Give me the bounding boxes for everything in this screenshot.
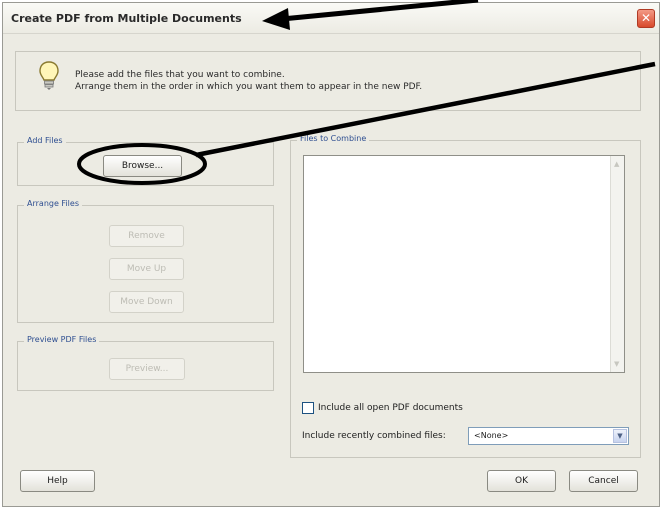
browse-button[interactable]: Browse... xyxy=(103,155,182,177)
files-list[interactable]: ▲ ▼ xyxy=(303,155,625,373)
instruction-line-2: Arrange them in the order in which you w… xyxy=(75,82,423,92)
move-down-button[interactable]: Move Down xyxy=(109,291,184,313)
cancel-button[interactable]: Cancel xyxy=(569,470,638,492)
recent-files-select[interactable]: <None> ▼ xyxy=(468,427,629,445)
instruction-line-1: Please add the files that you want to co… xyxy=(75,70,285,80)
include-open-pdfs-label: Include all open PDF documents xyxy=(318,403,463,413)
scroll-down-icon[interactable]: ▼ xyxy=(614,360,619,368)
files-to-combine-label: Files to Combine xyxy=(297,134,370,143)
include-open-pdfs-checkbox[interactable] xyxy=(302,402,314,414)
remove-button[interactable]: Remove xyxy=(109,225,184,247)
files-list-scrollbar[interactable]: ▲ ▼ xyxy=(610,156,624,372)
preview-button[interactable]: Preview... xyxy=(109,358,185,380)
dialog-title: Create PDF from Multiple Documents xyxy=(11,12,242,25)
arrange-files-label: Arrange Files xyxy=(24,199,82,208)
chevron-down-icon[interactable]: ▼ xyxy=(613,429,627,443)
lightbulb-icon xyxy=(39,61,59,90)
close-icon: ✕ xyxy=(640,11,652,25)
preview-label: Preview PDF Files xyxy=(24,335,100,344)
add-files-label: Add Files xyxy=(24,136,66,145)
instructions-panel: Please add the files that you want to co… xyxy=(15,51,641,111)
ok-button[interactable]: OK xyxy=(487,470,556,492)
recent-files-value: <None> xyxy=(474,431,509,440)
move-up-button[interactable]: Move Up xyxy=(109,258,184,280)
close-button[interactable]: ✕ xyxy=(637,9,655,28)
include-recent-label: Include recently combined files: xyxy=(302,431,446,441)
scroll-up-icon[interactable]: ▲ xyxy=(614,160,619,168)
help-button[interactable]: Help xyxy=(20,470,95,492)
title-bar[interactable]: Create PDF from Multiple Documents ✕ xyxy=(3,3,659,34)
